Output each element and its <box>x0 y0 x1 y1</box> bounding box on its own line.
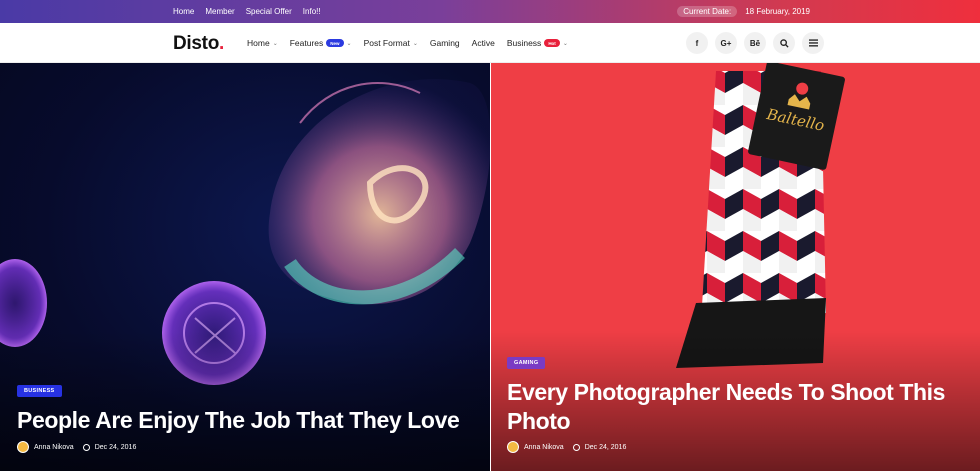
chevron-down-icon: ⌄ <box>412 40 418 47</box>
facebook-icon[interactable]: f <box>686 32 708 54</box>
post-date: Dec 24, 2016 <box>584 443 627 451</box>
author-avatar <box>17 441 29 453</box>
site-logo[interactable]: Disto. <box>173 33 224 55</box>
chevron-down-icon: ⌄ <box>346 40 352 47</box>
behance-icon[interactable]: Bē <box>744 32 766 54</box>
post-date: Dec 24, 2016 <box>94 443 137 451</box>
hot-badge: Hot <box>544 39 560 47</box>
post-meta: Anna Nikova Dec 24, 2016 <box>17 441 136 453</box>
category-tag[interactable]: GAMING <box>507 357 546 369</box>
clock-icon <box>82 443 90 451</box>
featured-post-left[interactable]: BUSINESS People Are Enjoy The Job That T… <box>0 63 490 471</box>
chevron-down-icon: ⌄ <box>562 40 568 47</box>
nav-item-post-format[interactable]: Post Format ⌄ <box>364 38 418 48</box>
google-plus-icon[interactable]: G+ <box>715 32 737 54</box>
author-name[interactable]: Anna Nikova <box>34 444 74 451</box>
top-link-special-offer[interactable]: Special Offer <box>246 7 292 16</box>
search-icon[interactable] <box>773 32 795 54</box>
nav-item-active[interactable]: Active <box>472 38 495 48</box>
category-tag[interactable]: BUSINESS <box>17 385 62 397</box>
clock-icon <box>572 443 580 451</box>
site-header: Disto. Home ⌄ Features New ⌄ Post Format… <box>0 23 980 63</box>
featured-post-right[interactable]: Baltello GAMING Every Photographer Needs… <box>491 63 980 471</box>
post-meta: Anna Nikova Dec 24, 2016 <box>507 441 626 453</box>
top-link-home[interactable]: Home <box>173 7 194 16</box>
date-label: Current Date: <box>677 6 738 17</box>
main-nav: Home ⌄ Features New ⌄ Post Format ⌄ Gami… <box>247 38 568 48</box>
top-link-member[interactable]: Member <box>205 7 234 16</box>
nav-item-gaming[interactable]: Gaming <box>430 38 460 48</box>
header-actions: f G+ Bē <box>686 32 824 54</box>
post-title[interactable]: Every Photographer Needs To Shoot This P… <box>507 378 967 436</box>
top-links: Home Member Special Offer Info!! <box>173 7 321 16</box>
top-link-info[interactable]: Info!! <box>303 7 321 16</box>
current-date: Current Date: 18 February, 2019 <box>677 6 810 17</box>
nav-item-business[interactable]: Business Hot ⌄ <box>507 38 568 48</box>
chevron-down-icon: ⌄ <box>272 40 278 47</box>
new-badge: New <box>326 39 344 47</box>
author-avatar <box>507 441 519 453</box>
top-bar: Home Member Special Offer Info!! Current… <box>0 0 980 23</box>
menu-icon[interactable] <box>802 32 824 54</box>
nav-item-features[interactable]: Features New ⌄ <box>290 38 352 48</box>
nav-item-home[interactable]: Home ⌄ <box>247 38 278 48</box>
author-name[interactable]: Anna Nikova <box>524 444 564 451</box>
post-title[interactable]: People Are Enjoy The Job That They Love <box>17 406 477 435</box>
date-value: 18 February, 2019 <box>745 7 810 16</box>
